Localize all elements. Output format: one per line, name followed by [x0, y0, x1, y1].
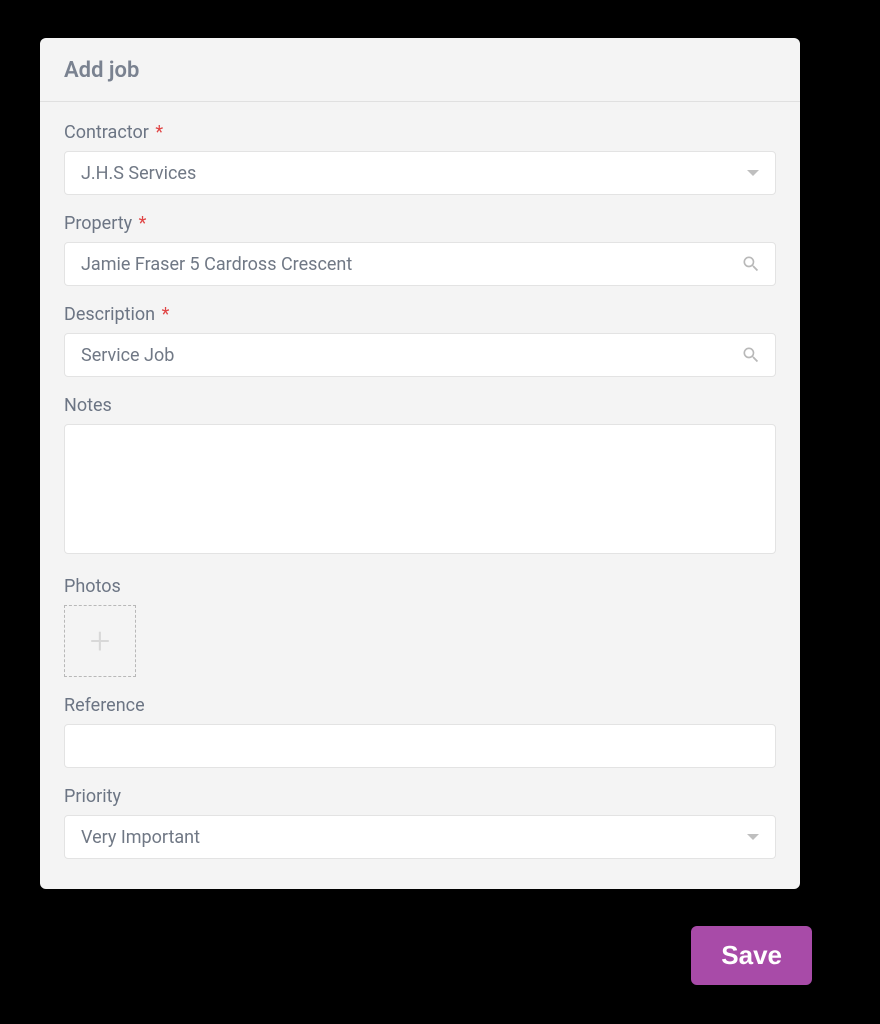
- add-photo-button[interactable]: +: [64, 605, 136, 677]
- save-button[interactable]: Save: [691, 926, 812, 985]
- contractor-select[interactable]: J.H.S Services: [64, 151, 776, 195]
- notes-group: Notes: [64, 395, 776, 558]
- chevron-down-icon: [747, 170, 759, 176]
- property-label-text: Property: [64, 213, 132, 234]
- modal-body: Contractor * J.H.S Services Property * J…: [40, 102, 800, 889]
- priority-group: Priority Very Important: [64, 786, 776, 859]
- description-value: Service Job: [81, 345, 174, 366]
- property-label: Property *: [64, 213, 776, 234]
- contractor-group: Contractor * J.H.S Services: [64, 122, 776, 195]
- property-value: Jamie Fraser 5 Cardross Crescent: [81, 254, 352, 275]
- required-indicator: *: [162, 304, 170, 325]
- photos-group: Photos +: [64, 576, 776, 677]
- notes-textarea[interactable]: [64, 424, 776, 554]
- reference-label: Reference: [64, 695, 776, 716]
- property-group: Property * Jamie Fraser 5 Cardross Cresc…: [64, 213, 776, 286]
- reference-group: Reference: [64, 695, 776, 768]
- priority-label: Priority: [64, 786, 776, 807]
- contractor-label: Contractor *: [64, 122, 776, 143]
- description-group: Description * Service Job: [64, 304, 776, 377]
- reference-input[interactable]: [64, 724, 776, 768]
- notes-label: Notes: [64, 395, 776, 416]
- search-icon: [741, 345, 761, 365]
- contractor-value: J.H.S Services: [81, 163, 196, 184]
- priority-select[interactable]: Very Important: [64, 815, 776, 859]
- priority-value: Very Important: [81, 827, 200, 848]
- contractor-label-text: Contractor: [64, 122, 149, 143]
- search-icon: [741, 254, 761, 274]
- required-indicator: *: [139, 213, 147, 234]
- property-input[interactable]: Jamie Fraser 5 Cardross Crescent: [64, 242, 776, 286]
- description-label-text: Description: [64, 304, 155, 325]
- required-indicator: *: [155, 122, 163, 143]
- description-label: Description *: [64, 304, 776, 325]
- modal-header: Add job: [40, 38, 800, 102]
- photos-label: Photos: [64, 576, 776, 597]
- add-job-modal: Add job Contractor * J.H.S Services Prop…: [40, 38, 800, 889]
- modal-title: Add job: [64, 58, 776, 83]
- chevron-down-icon: [747, 834, 759, 840]
- plus-icon: +: [90, 623, 110, 659]
- description-input[interactable]: Service Job: [64, 333, 776, 377]
